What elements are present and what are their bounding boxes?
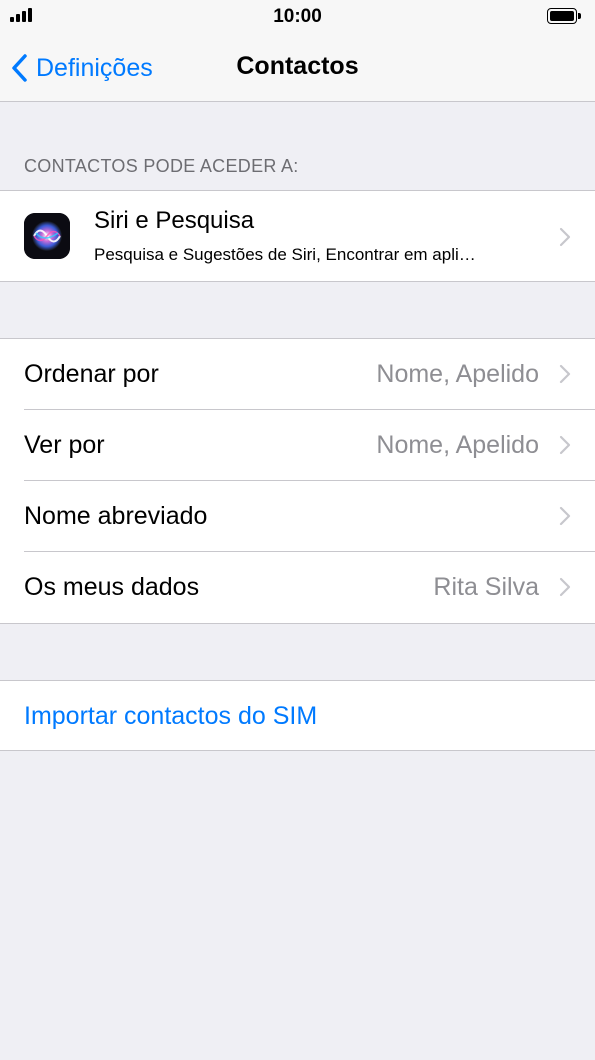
chevron-right-icon: [559, 506, 571, 526]
page-title: Contactos: [236, 52, 359, 80]
status-time: 10:00: [273, 6, 322, 27]
import-group: Importar contactos do SIM: [0, 680, 595, 751]
sort-order-row[interactable]: Ordenar por Nome, Apelido: [0, 339, 595, 410]
chevron-right-icon: [559, 435, 571, 455]
siri-group: Siri e Pesquisa Pesquisa e Sugestões de …: [0, 190, 595, 282]
section-header: CONTACTOS PODE ACEDER A:: [24, 156, 299, 176]
siri-search-row[interactable]: Siri e Pesquisa Pesquisa e Sugestões de …: [0, 191, 595, 281]
import-sim-contacts-button[interactable]: Importar contactos do SIM: [24, 702, 317, 731]
chevron-right-icon: [559, 227, 571, 247]
sort-order-value: Nome, Apelido: [376, 360, 539, 388]
status-bar: 10:00: [0, 0, 595, 34]
siri-title: Siri e Pesquisa: [94, 207, 255, 234]
my-info-value: Rita Silva: [433, 573, 539, 601]
sort-order-label: Ordenar por: [24, 360, 159, 388]
short-name-label: Nome abreviado: [24, 502, 208, 530]
settings-group: Ordenar por Nome, Apelido Ver por Nome, …: [0, 338, 595, 624]
display-order-value: Nome, Apelido: [376, 431, 539, 459]
chevron-right-icon: [559, 364, 571, 384]
chevron-right-icon: [559, 577, 571, 597]
short-name-row[interactable]: Nome abreviado: [0, 481, 595, 552]
display-order-row[interactable]: Ver por Nome, Apelido: [0, 410, 595, 481]
navigation-bar: Definições Contactos: [0, 34, 595, 102]
my-info-label: Os meus dados: [24, 573, 200, 601]
display-order-label: Ver por: [24, 431, 105, 459]
siri-icon: [24, 213, 70, 259]
siri-subtitle: Pesquisa e Sugestões de Siri, Encontrar …: [94, 245, 476, 264]
battery-icon: [547, 8, 581, 24]
my-info-row[interactable]: Os meus dados Rita Silva: [0, 552, 595, 623]
